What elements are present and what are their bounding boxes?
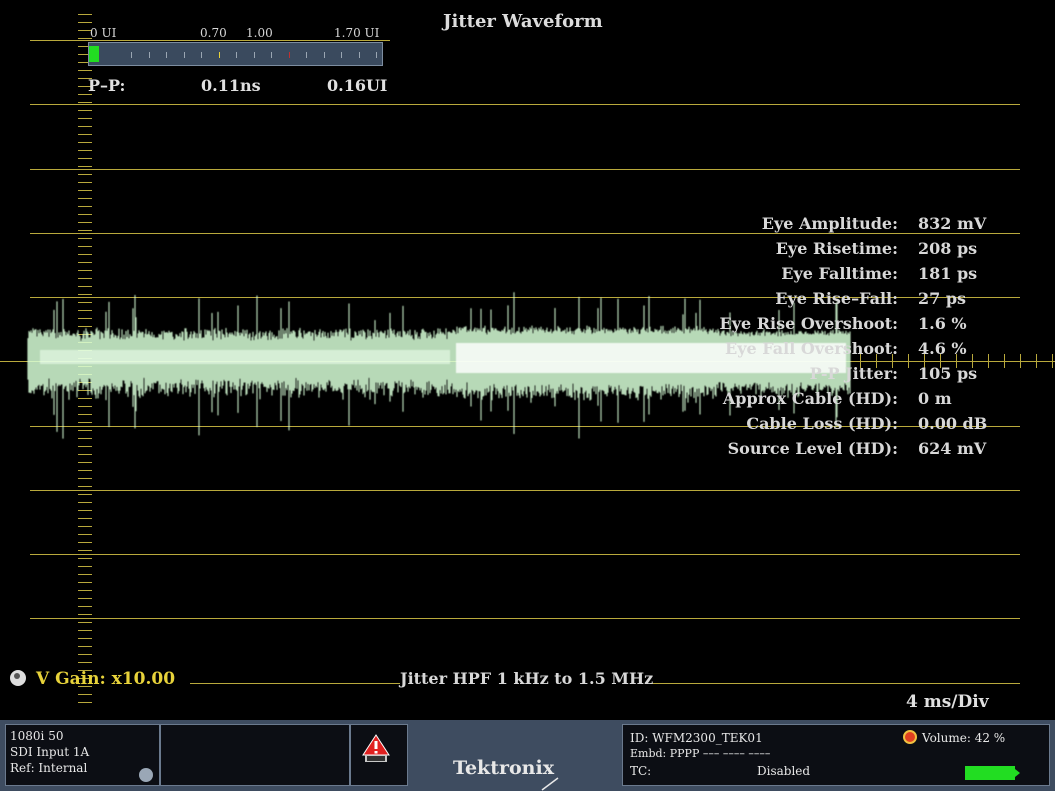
meter-tick	[376, 52, 377, 58]
pp-ns-value: 0.11ns	[201, 76, 261, 95]
meter-tick	[131, 52, 132, 58]
timecode-label: TC:	[630, 764, 652, 778]
video-format: 1080i 50	[10, 729, 64, 743]
meter-tick	[341, 52, 342, 58]
meter-label-0: 0 UI	[90, 26, 117, 40]
meter-tick	[236, 52, 237, 58]
jitter-trace	[27, 292, 851, 439]
meter-label-170: 1.70 UI	[334, 26, 380, 40]
trace-core	[40, 350, 450, 364]
ref-indicator	[139, 768, 153, 782]
meter-tick	[148, 52, 150, 58]
jitter-meter	[88, 42, 383, 66]
instrument-id: ID: WFM2300_TEK01	[630, 731, 763, 745]
meter-label-070: 0.70	[200, 26, 227, 40]
status-bar	[0, 720, 1055, 791]
pp-ui-value: 0.16UI	[327, 76, 388, 95]
volume-bar-tip	[1015, 769, 1020, 777]
reference: Ref: Internal	[10, 761, 88, 775]
meter-tick	[201, 52, 202, 58]
meter-tick	[166, 52, 167, 58]
alarm-icon[interactable]	[361, 733, 391, 763]
meter-tick	[253, 52, 255, 58]
waveform-display: Jitter Waveform 0 UI 0.70 1.00 1.70 UI P…	[0, 0, 1055, 720]
timecode-value: Disabled	[757, 764, 811, 778]
embedded-audio: Embd: PPPP ––– –––– ––––	[630, 747, 771, 760]
meter-tick	[358, 52, 360, 58]
volume-readout: Volume: 42 %	[922, 731, 1006, 745]
knob-icon[interactable]	[10, 670, 26, 686]
empty-panel	[160, 724, 350, 786]
meter-tick	[218, 52, 220, 58]
meter-tick	[288, 52, 290, 58]
time-per-div: 4 ms/Div	[906, 692, 989, 712]
meter-label-100: 1.00	[246, 26, 273, 40]
volume-bar	[965, 766, 1015, 780]
meter-tick	[183, 52, 185, 58]
meter-tick	[306, 52, 307, 58]
meter-tick	[323, 52, 325, 58]
pp-label: P–P:	[88, 76, 126, 95]
brand-swoosh	[541, 777, 559, 791]
jitter-meter-fill	[89, 46, 99, 62]
hpf-label: Jitter HPF 1 kHz to 1.5 MHz	[400, 669, 654, 688]
brand-logo: Tektronix	[453, 757, 555, 779]
meter-tick	[271, 52, 272, 58]
display-title: Jitter Waveform	[443, 11, 603, 32]
vgain-control[interactable]: V Gain: x10.00	[10, 669, 175, 689]
volume-mute-icon[interactable]	[903, 730, 917, 744]
input-source: SDI Input 1A	[10, 745, 90, 759]
vgain-label: V Gain: x10.00	[36, 669, 176, 689]
